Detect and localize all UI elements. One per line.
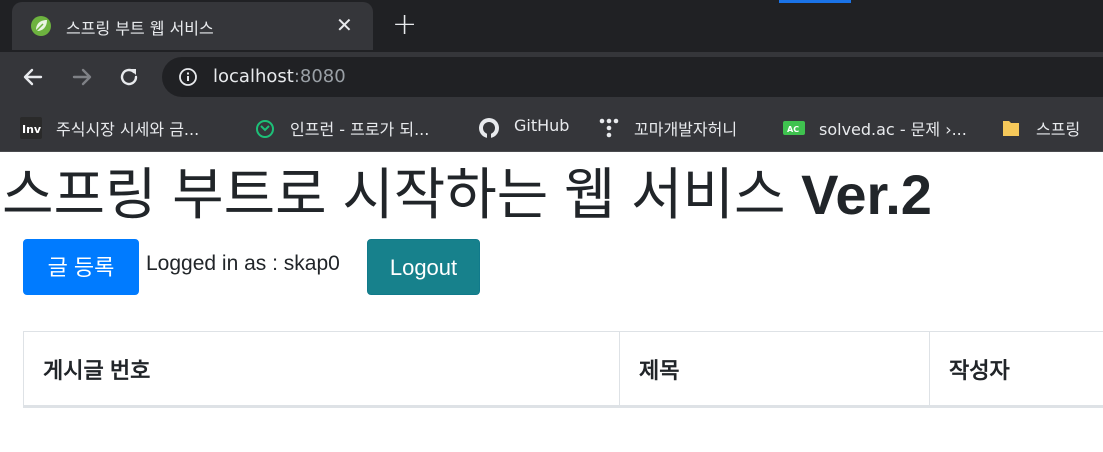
tab-loading-indicator [779, 0, 851, 3]
posts-table: 게시글 번호 제목 작성자 [23, 331, 1103, 408]
table-header-row: 게시글 번호 제목 작성자 [23, 331, 1103, 408]
solvedac-icon: AC [783, 121, 805, 135]
write-post-button[interactable]: 글 등록 [23, 239, 139, 295]
page-title-main: 스프링 부트로 시작하는 웹 서비스 [2, 163, 786, 226]
bookmark-label: 꼬마개발자허니 [634, 120, 738, 139]
back-arrow-icon[interactable] [20, 64, 46, 90]
bookmark-label: solved.ac - 문제 ›... [819, 120, 967, 139]
investing-icon: Inv [20, 117, 42, 139]
bookmark-label: 주식시장 시세와 금... [56, 120, 200, 139]
bookmark-label: 인프런 - 프로가 되... [290, 120, 430, 139]
logout-button[interactable]: Logout [367, 239, 480, 295]
tab-title: 스프링 부트 웹 서비스 [66, 19, 214, 38]
new-tab-button[interactable]: + [392, 8, 417, 42]
page-title: 스프링 부트로 시작하는 웹 서비스 Ver.2 [2, 160, 932, 230]
reload-icon[interactable] [116, 64, 142, 90]
logged-in-user-text: Logged in as : skap0 [146, 252, 340, 275]
browser-toolbar: localhost:8080 [0, 52, 1103, 102]
browser-tab[interactable]: 스프링 부트 웹 서비스 ✕ [12, 2, 373, 50]
bookmarks-bar: Inv 주식시장 시세와 금... 인프런 - 프로가 되... GitHub … [0, 102, 1103, 152]
tab-strip: 스프링 부트 웹 서비스 ✕ + [0, 0, 1103, 52]
svg-text:AC: AC [787, 125, 799, 134]
tistory-icon [599, 118, 619, 138]
address-bar[interactable]: localhost:8080 [162, 57, 1103, 97]
url-host: localhost [213, 66, 294, 87]
folder-icon [1003, 121, 1019, 136]
column-header-author: 작성자 [929, 331, 1103, 408]
bookmark-label: 스프링 [1036, 120, 1081, 139]
url-text[interactable]: localhost:8080 [213, 66, 346, 87]
spring-leaf-icon [31, 16, 51, 36]
forward-arrow-icon[interactable] [69, 64, 95, 90]
bookmark-label: GitHub [514, 116, 570, 135]
url-port: :8080 [293, 66, 346, 87]
posts-table-header: 게시글 번호 제목 작성자 [23, 331, 1103, 408]
tab-close-icon[interactable]: ✕ [336, 13, 353, 37]
info-icon[interactable] [178, 67, 198, 87]
column-header-title: 제목 [619, 331, 930, 408]
inflearn-icon [256, 120, 274, 138]
svg-text:Inv: Inv [22, 123, 42, 136]
column-header-post-number: 게시글 번호 [23, 331, 620, 408]
github-icon [479, 118, 499, 138]
page-title-version: Ver.2 [801, 163, 932, 226]
